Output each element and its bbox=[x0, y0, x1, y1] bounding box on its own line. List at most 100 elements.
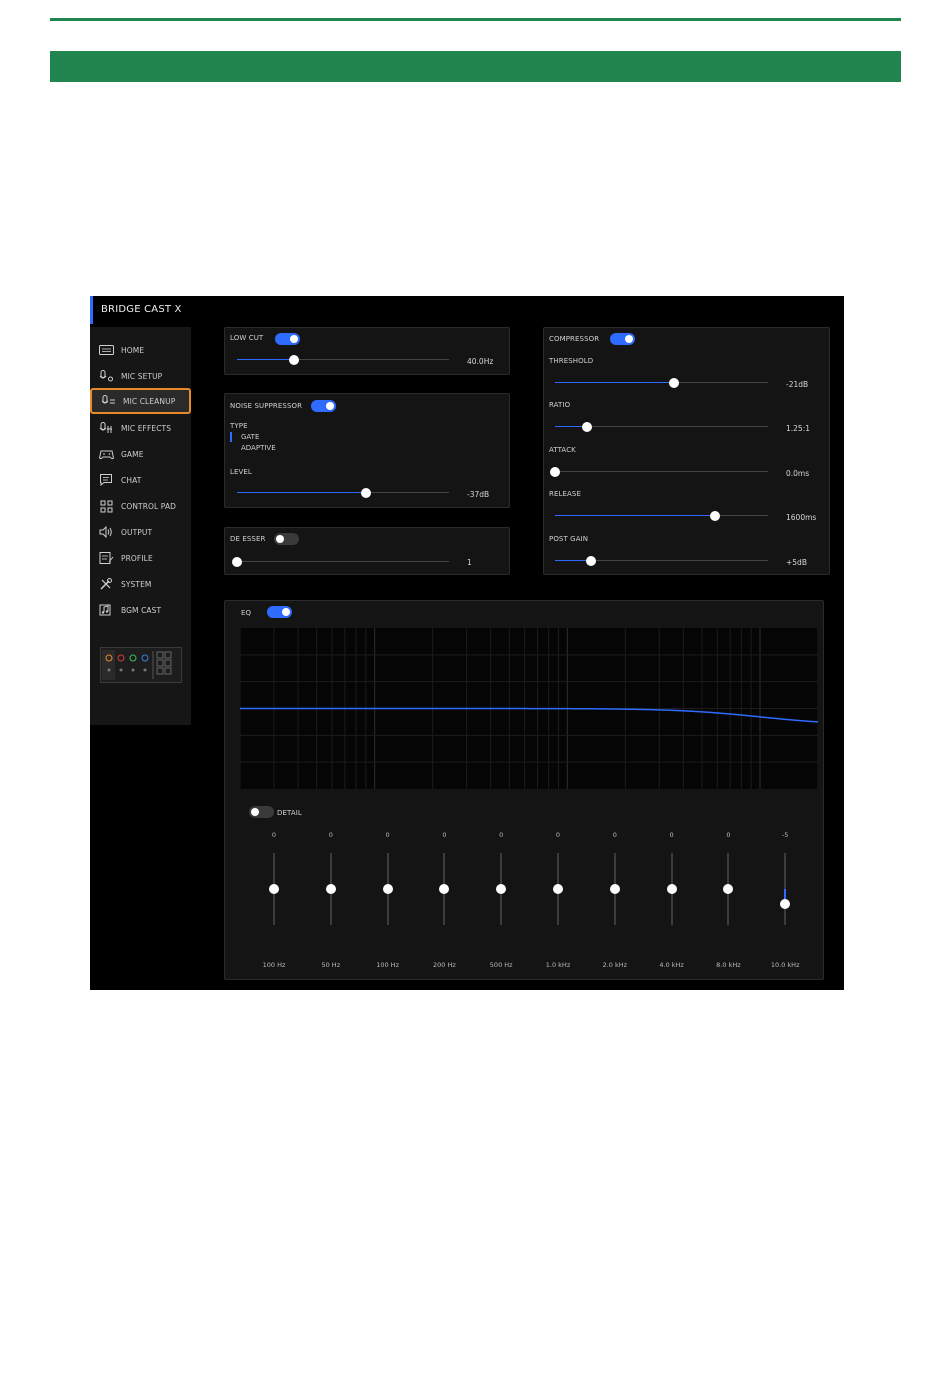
threshold-value: -21dB bbox=[786, 380, 809, 389]
band-frequency-label: 4.0 kHz bbox=[659, 961, 684, 969]
sidebar-item-label: HOME bbox=[121, 345, 145, 355]
post-gain-slider[interactable] bbox=[555, 556, 768, 566]
release-slider[interactable] bbox=[555, 511, 768, 521]
app-window: BRIDGE CAST X HOME MIC SETUP MIC CLEANUP… bbox=[90, 296, 844, 990]
low-cut-slider[interactable] bbox=[237, 355, 449, 365]
band-gain-slider[interactable] bbox=[666, 853, 677, 925]
threshold-label: THRESHOLD bbox=[549, 357, 594, 365]
app-title-bar: BRIDGE CAST X bbox=[90, 296, 844, 324]
gamepad-icon bbox=[98, 448, 114, 460]
compressor-panel: COMPRESSOR THRESHOLD -21dB RATIO 1.25:1 … bbox=[543, 327, 830, 575]
band-frequency-label: 500 Hz bbox=[489, 961, 513, 969]
noise-suppressor-level-value: -37dB bbox=[467, 490, 490, 499]
sidebar-item-label: BGM CAST bbox=[121, 605, 162, 615]
eq-response-curve bbox=[240, 707, 819, 723]
sidebar-item-label: SYSTEM bbox=[121, 579, 152, 589]
sidebar-item-profile[interactable]: PROFILE bbox=[90, 547, 191, 569]
noise-suppressor-level-slider[interactable] bbox=[237, 488, 449, 498]
sidebar-item-output[interactable]: OUTPUT bbox=[90, 521, 191, 543]
detail-label: DETAIL bbox=[277, 809, 302, 817]
band-gain-value: 0 bbox=[499, 831, 504, 839]
band-gain-slider[interactable] bbox=[325, 853, 336, 925]
profile-icon bbox=[98, 552, 114, 564]
eq-response-plot bbox=[239, 628, 819, 789]
mic-effects-icon bbox=[98, 422, 114, 434]
de-esser-slider[interactable] bbox=[232, 557, 449, 567]
band-gain-value: 0 bbox=[385, 831, 390, 839]
band-gain-value: 0 bbox=[555, 831, 561, 839]
de-esser-toggle[interactable] bbox=[274, 533, 299, 545]
type-option-gate[interactable]: GATE bbox=[241, 433, 259, 441]
band-gain-value: 0 bbox=[669, 831, 674, 839]
sidebar-item-game[interactable]: GAME bbox=[90, 443, 191, 465]
eq-label: EQ bbox=[241, 609, 252, 617]
sidebar-item-bgm-cast[interactable]: BGM CAST bbox=[90, 599, 191, 621]
release-value: 1600ms bbox=[786, 513, 817, 522]
sidebar-item-mic-cleanup[interactable]: MIC CLEANUP bbox=[90, 388, 191, 414]
noise-suppressor-toggle[interactable] bbox=[311, 400, 336, 412]
band-gain-value: 0 bbox=[328, 831, 333, 839]
low-cut-panel: LOW CUT 40.0Hz bbox=[224, 327, 510, 375]
band-gain-slider[interactable] bbox=[609, 853, 620, 925]
noise-suppressor-panel: NOISE SUPPRESSOR TYPE GATE ADAPTIVE LEVE… bbox=[224, 393, 510, 508]
tools-icon bbox=[98, 578, 114, 590]
band-gain-value: 0 bbox=[271, 831, 277, 839]
band-gain-value: 0 bbox=[726, 831, 731, 839]
eq-toggle[interactable] bbox=[267, 606, 292, 618]
compressor-toggle[interactable] bbox=[610, 333, 635, 345]
sidebar-item-control-pad[interactable]: CONTROL PAD bbox=[90, 495, 191, 517]
sidebar-item-label: GAME bbox=[121, 449, 144, 459]
band-gain-slider[interactable] bbox=[780, 853, 791, 925]
band-frequency-label: 200 Hz bbox=[433, 961, 456, 969]
band-gain-slider[interactable] bbox=[269, 853, 279, 925]
speaker-icon bbox=[98, 526, 114, 538]
type-option-adaptive[interactable]: ADAPTIVE bbox=[241, 444, 276, 452]
ratio-slider[interactable] bbox=[555, 422, 768, 432]
band-frequency-label: 2.0 kHz bbox=[602, 961, 628, 969]
de-esser-panel: DE ESSER 1 bbox=[224, 527, 510, 575]
document-top-rule bbox=[50, 18, 901, 21]
low-cut-toggle[interactable] bbox=[275, 333, 300, 345]
sidebar: HOME MIC SETUP MIC CLEANUP MIC EFFECTS G… bbox=[90, 327, 191, 725]
mic-cleanup-icon bbox=[100, 395, 116, 407]
band-gain-slider[interactable] bbox=[723, 853, 734, 925]
release-label: RELEASE bbox=[549, 490, 581, 498]
sidebar-item-label: OUTPUT bbox=[121, 527, 153, 537]
eq-panel: EQ DETAIL 0 100 Hz 0 50 Hz 0 100 Hz 0 200 Hz 0 50… bbox=[224, 600, 824, 980]
band-gain-slider[interactable] bbox=[496, 853, 507, 925]
post-gain-label: POST GAIN bbox=[549, 535, 589, 543]
chat-icon bbox=[98, 474, 114, 486]
sidebar-item-mic-setup[interactable]: MIC SETUP bbox=[90, 365, 191, 387]
type-selection-indicator bbox=[230, 432, 232, 442]
app-title: BRIDGE CAST X bbox=[101, 304, 182, 315]
detail-toggle[interactable] bbox=[249, 806, 274, 818]
attack-label: ATTACK bbox=[549, 446, 576, 454]
sidebar-item-label: MIC SETUP bbox=[121, 371, 163, 381]
band-gain-slider[interactable] bbox=[382, 853, 393, 925]
eq-response-graph bbox=[239, 628, 819, 789]
device-panel-thumbnail[interactable] bbox=[100, 647, 182, 683]
band-frequency-label: 10.0 kHz bbox=[770, 961, 800, 969]
sidebar-item-label: CHAT bbox=[121, 475, 142, 485]
attack-value: 0.0ms bbox=[786, 469, 810, 478]
sidebar-item-system[interactable]: SYSTEM bbox=[90, 573, 191, 595]
band-gain-slider[interactable] bbox=[439, 853, 450, 925]
ratio-label: RATIO bbox=[549, 401, 571, 409]
sidebar-item-label: MIC EFFECTS bbox=[121, 423, 172, 433]
sidebar-item-label: CONTROL PAD bbox=[121, 501, 177, 511]
band-gain-value: 0 bbox=[612, 831, 617, 839]
band-frequency-label: 8.0 kHz bbox=[716, 961, 741, 969]
band-gain-slider[interactable] bbox=[553, 853, 563, 925]
sidebar-item-label: PROFILE bbox=[121, 553, 153, 563]
de-esser-value: 1 bbox=[467, 558, 472, 567]
compressor-label: COMPRESSOR bbox=[549, 335, 600, 343]
title-accent bbox=[90, 296, 93, 324]
low-cut-value: 40.0Hz bbox=[467, 357, 494, 366]
type-label: TYPE bbox=[230, 422, 248, 430]
threshold-slider[interactable] bbox=[555, 378, 768, 388]
music-note-icon bbox=[98, 604, 114, 616]
sidebar-item-mic-effects[interactable]: MIC EFFECTS bbox=[90, 417, 191, 439]
sidebar-item-home[interactable]: HOME bbox=[90, 339, 191, 361]
attack-slider[interactable] bbox=[550, 467, 768, 477]
sidebar-item-chat[interactable]: CHAT bbox=[90, 469, 191, 491]
